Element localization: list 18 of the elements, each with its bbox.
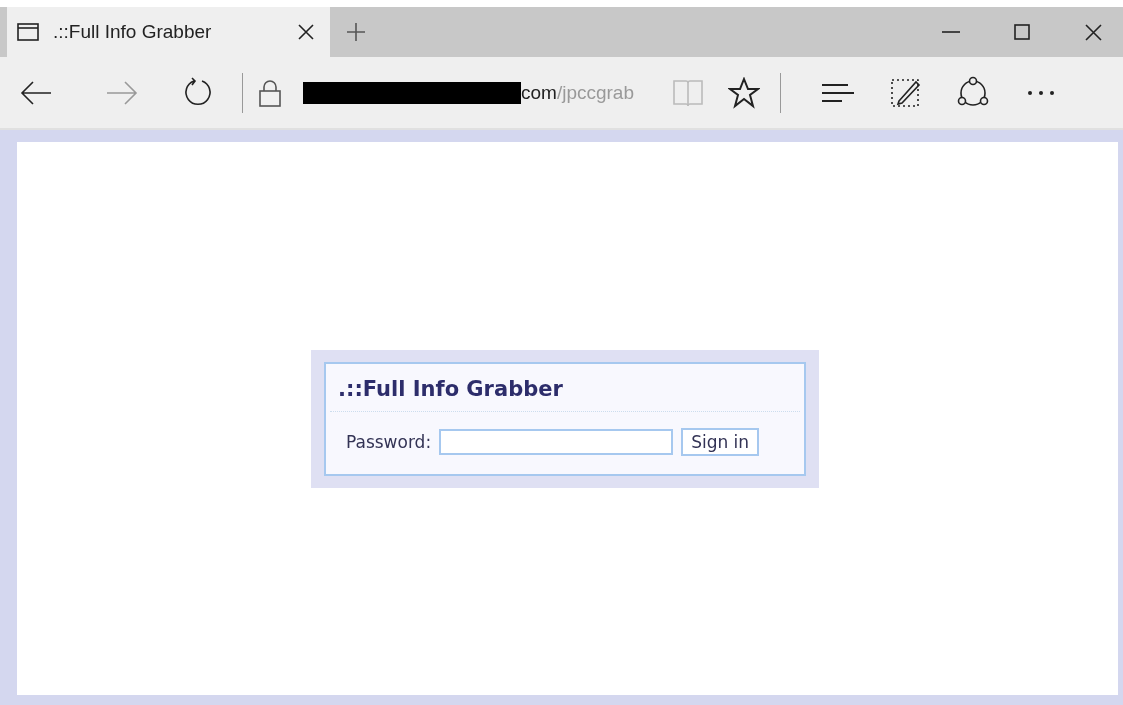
minimize-icon <box>942 31 960 33</box>
lock-icon <box>259 78 281 107</box>
more-icon <box>1027 89 1055 96</box>
tab-page-icon <box>17 23 39 41</box>
sign-in-button[interactable]: Sign in <box>681 427 760 456</box>
password-field[interactable] <box>439 428 674 455</box>
close-icon <box>1084 23 1102 41</box>
url-path: /jpccgrab <box>556 81 634 104</box>
url-domain: com <box>521 81 557 104</box>
close-icon <box>298 24 314 40</box>
password-label: Password: <box>346 431 432 452</box>
tab-title: .::Full Info Grabber <box>53 21 213 43</box>
browser-tab[interactable]: .::Full Info Grabber <box>7 7 330 57</box>
address-bar[interactable]: com/jpccgrab <box>303 81 634 104</box>
plus-icon <box>346 22 366 42</box>
login-title: .::Full Info Grabber <box>330 363 800 412</box>
maximize-icon <box>1014 24 1030 40</box>
lines-icon <box>820 81 854 104</box>
